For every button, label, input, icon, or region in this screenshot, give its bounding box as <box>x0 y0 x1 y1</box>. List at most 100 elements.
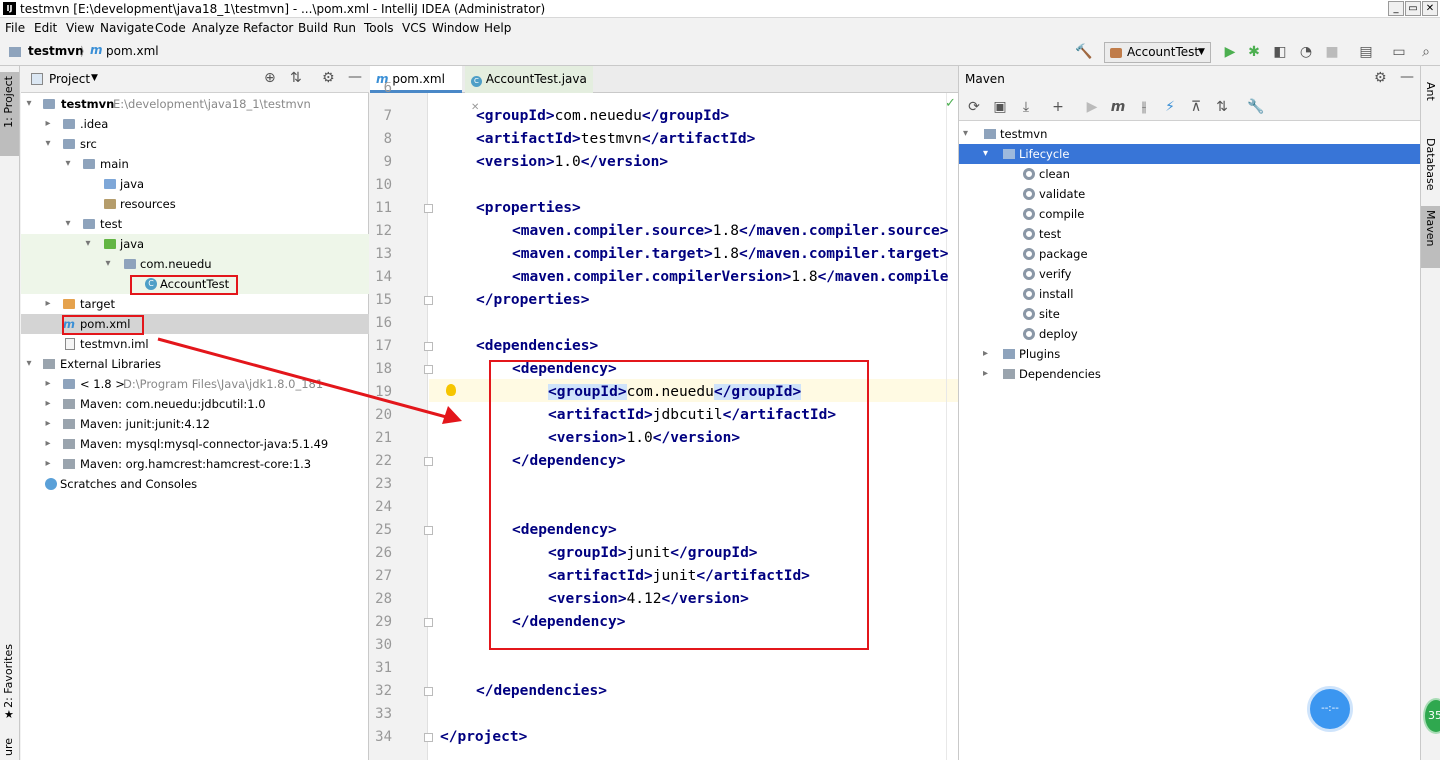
code-line[interactable]: <properties> <box>476 197 581 220</box>
fold-marker-icon[interactable] <box>424 526 433 535</box>
code-line[interactable]: </properties> <box>476 289 590 312</box>
collapse-arrow-icon[interactable]: ▸ <box>43 114 53 134</box>
maven-goal-test[interactable]: test <box>959 224 1421 244</box>
code-line[interactable]: </dependencies> <box>476 680 607 703</box>
menu-navigate[interactable]: Navigate <box>100 21 154 35</box>
ant-tool-tab[interactable]: Ant <box>1424 82 1437 101</box>
project-panel-title[interactable]: Project <box>49 72 90 86</box>
skip-tests-icon[interactable]: ⚡ <box>1161 98 1179 116</box>
code-line[interactable]: <maven.compiler.target>1.8</maven.compil… <box>512 243 949 266</box>
collapse-arrow-icon[interactable]: ▸ <box>43 294 53 314</box>
toggle-offline-icon[interactable]: ⫲ <box>1135 98 1153 116</box>
menu-file[interactable]: File <box>5 21 25 35</box>
fold-marker-icon[interactable] <box>424 687 433 696</box>
fold-marker-icon[interactable] <box>424 296 433 305</box>
menu-refactor[interactable]: Refactor <box>243 21 293 35</box>
expand-arrow-icon[interactable]: ▾ <box>103 254 113 274</box>
hide-panel-icon[interactable]: — <box>1400 69 1414 85</box>
collapse-arrow-icon[interactable]: ▸ <box>983 344 988 364</box>
maven-goal-clean[interactable]: clean <box>959 164 1421 184</box>
code-line[interactable]: <version>1.0</version> <box>476 151 668 174</box>
fold-marker-icon[interactable] <box>424 204 433 213</box>
locate-file-icon[interactable]: ⊕ <box>264 70 276 86</box>
maven-tool-tab[interactable]: Maven <box>1424 210 1437 246</box>
code-line[interactable]: <artifactId>testmvn</artifactId> <box>476 128 755 151</box>
execute-goal-icon[interactable]: m <box>1109 98 1127 116</box>
collapse-arrow-icon[interactable]: ▸ <box>43 454 53 474</box>
menu-view[interactable]: View <box>66 21 94 35</box>
tree-item-testmvn[interactable]: ▾ testmvn E:\development\java18_1\testmv… <box>21 94 369 114</box>
project-tool-tab[interactable]: 1: Project <box>2 76 15 128</box>
tree-item-lib-jdbcutil[interactable]: ▸ Maven: com.neuedu:jdbcutil:1.0 <box>21 394 369 414</box>
expand-arrow-icon[interactable]: ▾ <box>43 134 53 154</box>
breadcrumb-project[interactable]: testmvn <box>28 44 84 58</box>
expand-arrow-icon[interactable]: ▾ <box>963 124 968 144</box>
tree-item-target[interactable]: ▸ target <box>21 294 369 314</box>
menu-run[interactable]: Run <box>333 21 356 35</box>
expand-arrow-icon[interactable]: ▾ <box>983 144 988 164</box>
code-line[interactable]: <maven.compiler.source>1.8</maven.compil… <box>512 220 949 243</box>
menu-code[interactable]: Code <box>155 21 186 35</box>
collapse-arrow-icon[interactable]: ▸ <box>43 414 53 434</box>
tree-item-main[interactable]: ▾ main <box>21 154 369 174</box>
maximize-button[interactable]: ▭ <box>1405 1 1421 16</box>
tree-item-lib-hamcrest[interactable]: ▸ Maven: org.hamcrest:hamcrest-core:1.3 <box>21 454 369 474</box>
fold-marker-icon[interactable] <box>424 365 433 374</box>
expand-arrow-icon[interactable]: ▾ <box>63 214 73 234</box>
database-tool-tab[interactable]: Database <box>1424 138 1437 191</box>
menu-help[interactable]: Help <box>484 21 511 35</box>
floating-assistant-button[interactable]: --:-- <box>1307 686 1353 732</box>
add-icon[interactable]: + <box>1049 98 1067 116</box>
fold-marker-icon[interactable] <box>424 342 433 351</box>
tree-item-external-libraries[interactable]: ▾ External Libraries <box>21 354 369 374</box>
maven-goal-verify[interactable]: verify <box>959 264 1421 284</box>
tree-item-test[interactable]: ▾ test <box>21 214 369 234</box>
view-dropdown-icon[interactable]: ▼ <box>91 73 98 83</box>
run-icon[interactable]: ▶ <box>1221 43 1239 61</box>
minimize-button[interactable]: _ <box>1388 1 1404 16</box>
collapse-arrow-icon[interactable]: ▸ <box>43 434 53 454</box>
menu-analyze[interactable]: Analyze <box>192 21 239 35</box>
gear-icon[interactable]: ⚙ <box>1374 70 1387 86</box>
generate-sources-icon[interactable]: ▣ <box>991 98 1009 116</box>
stop-icon[interactable]: ■ <box>1323 43 1341 61</box>
expand-arrow-icon[interactable]: ▾ <box>83 234 93 254</box>
close-button[interactable]: ✕ <box>1422 1 1438 16</box>
collapse-all-icon[interactable]: ⇅ <box>290 70 302 86</box>
notification-badge[interactable]: 35 <box>1423 698 1440 734</box>
tree-item-scratches[interactable]: Scratches and Consoles <box>21 474 369 494</box>
coverage-icon[interactable]: ◧ <box>1271 43 1289 61</box>
structure-tool-tab[interactable]: ure <box>2 738 15 756</box>
menu-edit[interactable]: Edit <box>34 21 57 35</box>
expand-arrow-icon[interactable]: ▾ <box>63 154 73 174</box>
download-icon[interactable]: ⤓ <box>1017 98 1035 116</box>
tree-item-main-java[interactable]: java <box>21 174 369 194</box>
build-hammer-icon[interactable]: 🔨 <box>1075 43 1093 61</box>
maven-item-plugins[interactable]: ▸ Plugins <box>959 344 1421 364</box>
tree-item-idea[interactable]: ▸ .idea <box>21 114 369 134</box>
fold-marker-icon[interactable] <box>424 618 433 627</box>
menu-window[interactable]: Window <box>432 21 479 35</box>
run-icon[interactable]: ▶ <box>1083 98 1101 116</box>
breadcrumb-file[interactable]: pom.xml <box>106 44 159 58</box>
menu-build[interactable]: Build <box>298 21 328 35</box>
code-line[interactable]: <groupId>com.neuedu</groupId> <box>476 105 729 128</box>
maven-goal-deploy[interactable]: deploy <box>959 324 1421 344</box>
search-icon[interactable]: ⌕ <box>1417 43 1435 61</box>
collapse-arrow-icon[interactable]: ▸ <box>983 364 988 384</box>
collapse-arrow-icon[interactable]: ▸ <box>43 374 53 394</box>
debug-icon[interactable]: ✱ <box>1245 43 1263 61</box>
maven-goal-package[interactable]: package <box>959 244 1421 264</box>
fold-marker-icon[interactable] <box>424 457 433 466</box>
tree-item-jdk[interactable]: ▸ < 1.8 > D:\Program Files\Java\jdk1.8.0… <box>21 374 369 394</box>
hide-panel-icon[interactable]: — <box>348 69 362 85</box>
tree-item-package[interactable]: ▾ com.neuedu <box>21 254 369 274</box>
reload-icon[interactable]: ⟳ <box>965 98 983 116</box>
code-line[interactable]: </project> <box>440 726 527 749</box>
code-line[interactable]: <dependencies> <box>476 335 598 358</box>
favorites-tool-tab[interactable]: 2: Favorites <box>2 644 15 708</box>
tree-item-lib-mysql[interactable]: ▸ Maven: mysql:mysql-connector-java:5.1.… <box>21 434 369 454</box>
tree-item-src[interactable]: ▾ src <box>21 134 369 154</box>
expand-arrow-icon[interactable]: ▾ <box>24 354 34 374</box>
expand-arrow-icon[interactable]: ▾ <box>24 94 34 114</box>
